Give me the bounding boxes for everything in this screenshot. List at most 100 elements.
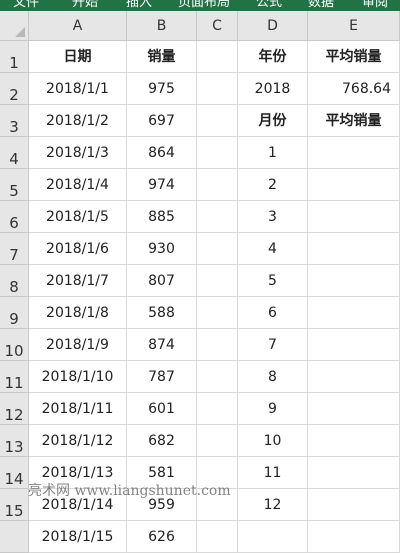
cell-d8[interactable]: 5 [238, 265, 308, 297]
cell-c1[interactable] [197, 41, 238, 73]
cell-b6[interactable]: 885 [127, 201, 197, 233]
cell-d6[interactable]: 3 [238, 201, 308, 233]
cell-e3[interactable]: 平均销量 [308, 105, 400, 137]
cell-e5[interactable] [308, 169, 400, 201]
cell-e11[interactable] [308, 361, 400, 393]
cell-b1[interactable]: 销量 [127, 41, 197, 73]
ribbon-tab[interactable]: 插入 [126, 0, 152, 11]
ribbon-tab[interactable]: 审阅 [362, 0, 388, 11]
cell-b16[interactable]: 626 [127, 521, 197, 553]
cell-e1[interactable]: 平均销量 [308, 41, 400, 73]
cell-b4[interactable]: 864 [127, 137, 197, 169]
row-header[interactable]: 13 [0, 425, 29, 457]
cell-a13[interactable]: 2018/1/12 [29, 425, 127, 457]
cell-a7[interactable]: 2018/1/6 [29, 233, 127, 265]
cell-b8[interactable]: 807 [127, 265, 197, 297]
cell-d13[interactable]: 10 [238, 425, 308, 457]
cell-c9[interactable] [197, 297, 238, 329]
row-header[interactable]: 11 [0, 361, 29, 393]
cell-a5[interactable]: 2018/1/4 [29, 169, 127, 201]
cell-c2[interactable] [197, 73, 238, 105]
cell-b2[interactable]: 975 [127, 73, 197, 105]
cell-a12[interactable]: 2018/1/11 [29, 393, 127, 425]
cell-b10[interactable]: 874 [127, 329, 197, 361]
cell-b5[interactable]: 974 [127, 169, 197, 201]
cell-b12[interactable]: 601 [127, 393, 197, 425]
row-header[interactable]: 4 [0, 137, 29, 169]
ribbon-tab[interactable]: 数据 [308, 0, 334, 11]
cell-d7[interactable]: 4 [238, 233, 308, 265]
cell-d2[interactable]: 2018 [238, 73, 308, 105]
row-header[interactable]: 12 [0, 393, 29, 425]
row-header[interactable]: 2 [0, 73, 29, 105]
cell-c13[interactable] [197, 425, 238, 457]
cell-b9[interactable]: 588 [127, 297, 197, 329]
ribbon-tab[interactable]: 开始 [72, 0, 98, 11]
cell-a3[interactable]: 2018/1/2 [29, 105, 127, 137]
cell-e12[interactable] [308, 393, 400, 425]
cell-a10[interactable]: 2018/1/9 [29, 329, 127, 361]
cell-d5[interactable]: 2 [238, 169, 308, 201]
cell-e13[interactable] [308, 425, 400, 457]
cell-a2[interactable]: 2018/1/1 [29, 73, 127, 105]
cell-e16[interactable] [308, 521, 400, 553]
cell-b13[interactable]: 682 [127, 425, 197, 457]
cell-e9[interactable] [308, 297, 400, 329]
cell-b7[interactable]: 930 [127, 233, 197, 265]
ribbon-tab[interactable]: 页面布局 [178, 0, 230, 11]
cell-b3[interactable]: 697 [127, 105, 197, 137]
column-header-e[interactable]: E [308, 11, 400, 41]
row-header[interactable]: 1 [0, 41, 29, 73]
cell-c10[interactable] [197, 329, 238, 361]
cell-c11[interactable] [197, 361, 238, 393]
cell-a11[interactable]: 2018/1/10 [29, 361, 127, 393]
cell-e6[interactable] [308, 201, 400, 233]
row-header[interactable]: 8 [0, 265, 29, 297]
cell-a8[interactable]: 2018/1/7 [29, 265, 127, 297]
column-header-a[interactable]: A [29, 11, 127, 41]
cell-c3[interactable] [197, 105, 238, 137]
row-header[interactable]: 5 [0, 169, 29, 201]
cell-e2[interactable]: 768.64 [308, 73, 400, 105]
cell-d11[interactable]: 8 [238, 361, 308, 393]
cell-e14[interactable] [308, 457, 400, 489]
row-header[interactable] [0, 521, 29, 553]
cell-e8[interactable] [308, 265, 400, 297]
row-header[interactable]: 10 [0, 329, 29, 361]
cell-c12[interactable] [197, 393, 238, 425]
cell-c4[interactable] [197, 137, 238, 169]
cell-c7[interactable] [197, 233, 238, 265]
row-header[interactable]: 14 [0, 457, 29, 489]
cell-a1[interactable]: 日期 [29, 41, 127, 73]
cell-a16[interactable]: 2018/1/15 [29, 521, 127, 553]
cell-c16[interactable] [197, 521, 238, 553]
row-header[interactable]: 15 [0, 489, 29, 521]
cell-c5[interactable] [197, 169, 238, 201]
ribbon-tab[interactable]: 公式 [256, 0, 282, 11]
cell-d14[interactable]: 11 [238, 457, 308, 489]
cell-e15[interactable] [308, 489, 400, 521]
cell-d12[interactable]: 9 [238, 393, 308, 425]
ribbon-tab[interactable]: 文件 [13, 0, 39, 11]
cell-d3[interactable]: 月份 [238, 105, 308, 137]
cell-d15[interactable]: 12 [238, 489, 308, 521]
cell-d1[interactable]: 年份 [238, 41, 308, 73]
row-header[interactable]: 6 [0, 201, 29, 233]
select-all-corner[interactable] [0, 11, 29, 41]
cell-a4[interactable]: 2018/1/3 [29, 137, 127, 169]
cell-b11[interactable]: 787 [127, 361, 197, 393]
cell-a6[interactable]: 2018/1/5 [29, 201, 127, 233]
column-header-c[interactable]: C [197, 11, 238, 41]
row-header[interactable]: 3 [0, 105, 29, 137]
cell-d4[interactable]: 1 [238, 137, 308, 169]
cell-d9[interactable]: 6 [238, 297, 308, 329]
cell-a9[interactable]: 2018/1/8 [29, 297, 127, 329]
row-header[interactable]: 9 [0, 297, 29, 329]
cell-e7[interactable] [308, 233, 400, 265]
cell-d16[interactable] [238, 521, 308, 553]
column-header-d[interactable]: D [238, 11, 308, 41]
cell-e4[interactable] [308, 137, 400, 169]
row-header[interactable]: 7 [0, 233, 29, 265]
cell-c8[interactable] [197, 265, 238, 297]
cell-d10[interactable]: 7 [238, 329, 308, 361]
